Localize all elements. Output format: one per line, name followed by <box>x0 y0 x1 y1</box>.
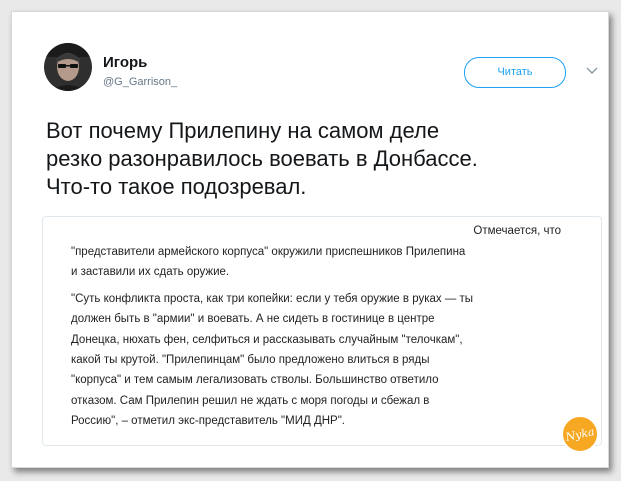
quote-line: Россию", – отметил экс-представитель "МИ… <box>71 415 346 427</box>
quote-line: должен быть в "армии" и воевать. А не си… <box>71 313 435 325</box>
tweet-text-line: резко разонравилось воевать в Донбассе. <box>46 146 478 171</box>
quote-line: "представители армейского корпуса" окруж… <box>71 246 466 258</box>
quote-line: Отмечается, что <box>473 225 561 237</box>
avatar[interactable] <box>44 43 92 91</box>
quote-line: и заставили их сдать оружие. <box>71 266 230 278</box>
chevron-down-icon[interactable] <box>584 63 600 79</box>
tweet-card: Игорь @G_Garrison_ Читать Вот почему При… <box>11 11 609 468</box>
tweet-text-line: Вот почему Прилепину на самом деле <box>46 118 440 143</box>
quote-line: "Суть конфликта проста, как три копейки:… <box>71 293 474 305</box>
quoted-article[interactable]: Отмечается, что "представители армейског… <box>42 216 602 446</box>
quote-line: Донецка, нюхать фен, селфиться и рассказ… <box>71 334 463 346</box>
quote-line: "корпуса" и тем самым легализовать ствол… <box>71 374 439 386</box>
tweet-text: Вот почему Прилепину на самом деле резко… <box>46 117 602 201</box>
quote-line: отказом. Сам Прилепин решил не ждать с м… <box>71 395 430 407</box>
quote-line: какой ты крутой. "Прилепинцам" было пред… <box>71 354 430 366</box>
tweet-text-line: Что-то такое подозревал. <box>46 174 307 199</box>
follow-button[interactable]: Читать <box>464 57 566 88</box>
watermark-logo: Nyka <box>560 414 600 454</box>
author-name[interactable]: Игорь <box>103 54 147 71</box>
author-handle[interactable]: @G_Garrison_ <box>103 76 177 88</box>
